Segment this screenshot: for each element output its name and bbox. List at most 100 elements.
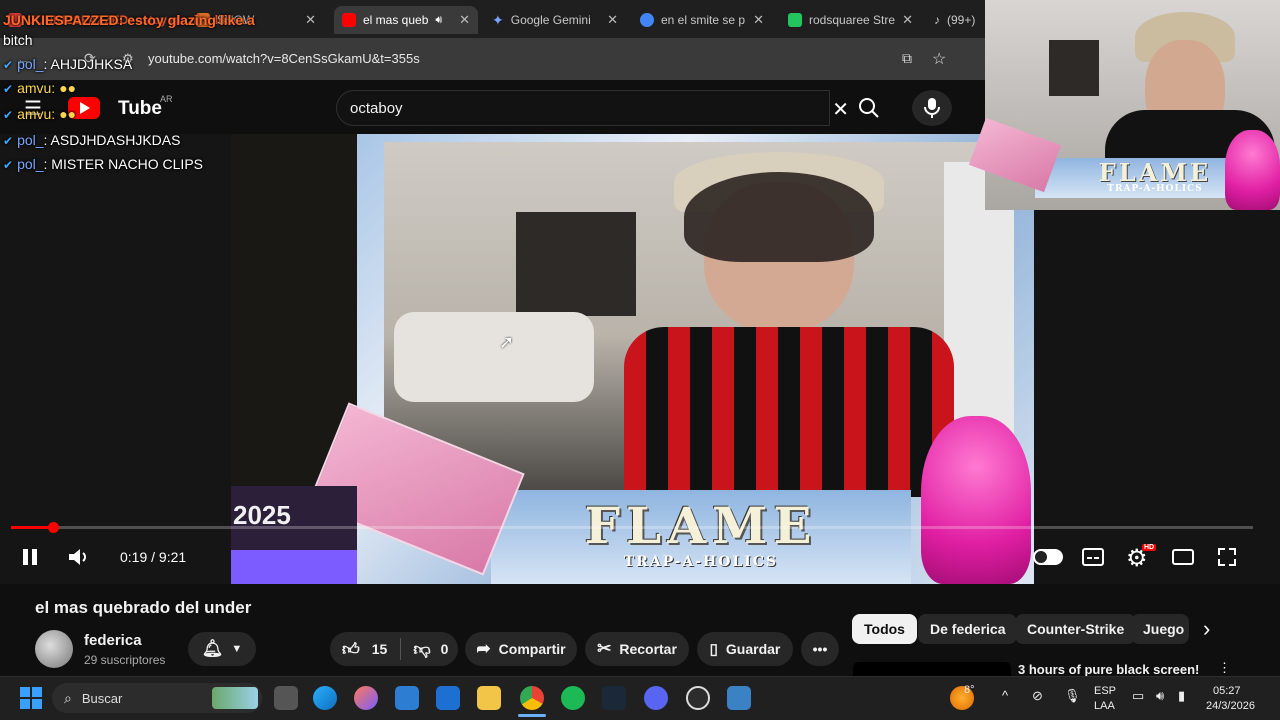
subscriber-count: 29 suscriptores xyxy=(84,653,166,667)
progress-bar[interactable] xyxy=(11,526,1253,529)
chrome-icon[interactable] xyxy=(520,686,544,710)
region-code: AR xyxy=(160,94,173,104)
more-icon: ••• xyxy=(812,641,828,657)
tab-3[interactable]: ✦ Google Gemini ✕ xyxy=(484,6,626,34)
input-language[interactable]: ESP xyxy=(1094,685,1116,698)
recommended-title[interactable]: 3 hours of pure black screen! xyxy=(1018,662,1199,677)
theater-icon xyxy=(1172,549,1194,565)
like-dislike-group: 👍︎ 15 👎︎ 0 xyxy=(330,632,458,666)
clock-time[interactable]: 05:27 xyxy=(1213,685,1241,698)
discord-icon[interactable] xyxy=(644,686,668,710)
chip-de-federica[interactable]: De federica xyxy=(918,614,1018,644)
kebab-menu-icon[interactable]: ⋮ xyxy=(1218,660,1231,676)
webcam-scene xyxy=(384,142,1014,497)
banner-subtitle: TRAP-A-HOLICS xyxy=(623,554,779,570)
share-button[interactable]: ➦ Compartir xyxy=(465,632,577,666)
weather-temp: 8° xyxy=(964,684,975,696)
store-icon[interactable] xyxy=(395,686,419,710)
outlook-icon[interactable] xyxy=(436,686,460,710)
spotify-icon[interactable] xyxy=(561,686,585,710)
steam-icon[interactable] xyxy=(602,686,626,710)
subtitles-button[interactable] xyxy=(1081,546,1105,574)
chat-line: ✔ amvu: ●● xyxy=(3,80,76,96)
edge-icon[interactable] xyxy=(313,686,337,710)
network-off-icon[interactable]: ⊘ xyxy=(1032,689,1043,702)
autoplay-knob xyxy=(1033,549,1049,565)
display-icon[interactable]: ▭ xyxy=(1132,689,1144,702)
more-actions-button[interactable]: ••• xyxy=(801,632,839,666)
youtube-logo-text: Tube xyxy=(118,98,162,119)
video-player[interactable]: FLAME TRAP-A-HOLICS 2025 ➚ xyxy=(231,134,1034,584)
search-value: octaboy xyxy=(350,100,403,117)
purple-strip xyxy=(231,550,357,584)
file-explorer-icon[interactable] xyxy=(477,686,501,710)
hair xyxy=(684,172,874,262)
chip-juego[interactable]: Juego xyxy=(1131,614,1189,644)
recommended-thumbnail[interactable] xyxy=(853,662,1011,676)
chip-todos[interactable]: Todos xyxy=(852,614,917,644)
keyboard-layout[interactable]: LAA xyxy=(1094,700,1115,713)
google-icon xyxy=(640,13,654,27)
copilot-icon[interactable] xyxy=(354,686,378,710)
start-icon-pane xyxy=(20,687,30,697)
url-field[interactable]: youtube.com/watch?v=8CenSsGkamU&t=355s xyxy=(148,51,420,66)
search-input[interactable]: octaboy ✕ xyxy=(336,90,849,126)
tab-6[interactable]: ♪ (99+) xyxy=(926,6,986,34)
task-view-icon[interactable] xyxy=(274,686,298,710)
chat-message: : MISTER NACHO CLIPS xyxy=(43,156,203,172)
close-icon[interactable]: ✕ xyxy=(607,12,618,28)
chat-name: pol_ xyxy=(17,56,44,72)
volume-button[interactable] xyxy=(66,545,92,575)
like-icon[interactable]: 👍︎ xyxy=(342,639,360,660)
autoplay-toggle[interactable] xyxy=(1033,549,1063,565)
close-icon[interactable]: ✕ xyxy=(902,12,913,28)
obs-icon[interactable] xyxy=(686,686,710,710)
calculator-icon[interactable] xyxy=(727,686,751,710)
pause-button[interactable] xyxy=(18,545,42,575)
chip-counter-strike[interactable]: Counter-Strike xyxy=(1015,614,1137,644)
speaker-icon[interactable]: 🔊︎ xyxy=(435,14,442,27)
start-icon-pane xyxy=(20,699,30,709)
wall-poster xyxy=(516,212,636,316)
close-icon[interactable]: ✕ xyxy=(753,12,764,28)
tab-5[interactable]: rodsquaree Stre ✕ xyxy=(780,6,920,34)
close-icon[interactable]: ✕ xyxy=(305,12,316,28)
bookmark-star-icon[interactable]: ☆ xyxy=(932,49,946,69)
chevron-down-icon: ▼ xyxy=(231,643,243,655)
divider xyxy=(400,638,402,660)
search-icon: ⌕ xyxy=(64,689,72,706)
voice-search-button[interactable] xyxy=(912,90,952,126)
close-icon[interactable]: ✕ xyxy=(459,12,470,28)
like-count[interactable]: 15 xyxy=(372,641,388,657)
speaker-icon[interactable]: 🔊︎ xyxy=(1156,689,1164,702)
channel-avatar[interactable] xyxy=(35,630,73,668)
channel-name[interactable]: federica xyxy=(84,632,142,649)
theater-mode-button[interactable] xyxy=(1171,547,1195,573)
fullscreen-icon xyxy=(1218,548,1236,566)
chevron-up-icon[interactable]: ^ xyxy=(1002,689,1008,702)
install-app-icon[interactable]: ⧉ xyxy=(902,50,912,67)
start-button[interactable] xyxy=(20,687,42,709)
search-button[interactable] xyxy=(844,90,894,126)
kick-icon xyxy=(788,13,802,27)
share-icon: ➦ xyxy=(476,639,491,658)
tiktok-icon: ♪ xyxy=(934,13,940,27)
dislike-icon[interactable]: 👎︎ xyxy=(413,639,430,660)
pink-buddha xyxy=(921,416,1031,584)
clock-date[interactable]: 24/3/2026 xyxy=(1206,700,1255,713)
tab-2[interactable]: el mas queb 🔊︎ ✕ xyxy=(334,6,478,34)
notification-bell-button[interactable]: 🔔︎ ▼ xyxy=(188,632,256,666)
chat-name: pol_ xyxy=(17,132,44,148)
dislike-count[interactable]: 0 xyxy=(441,641,449,657)
settings-button[interactable]: ⚙ HD xyxy=(1126,544,1157,573)
mic-tray-icon[interactable]: 🎙︎ xyxy=(1064,689,1081,702)
chevron-right-icon[interactable]: › xyxy=(1203,616,1210,642)
youtube-favicon-icon xyxy=(342,13,356,27)
battery-icon[interactable]: ▮ xyxy=(1178,689,1185,702)
fullscreen-button[interactable] xyxy=(1216,546,1238,574)
bell-icon: 🔔︎ xyxy=(201,639,224,658)
tab-4[interactable]: en el smite se p ✕ xyxy=(632,6,772,34)
save-button[interactable]: ▯ Guardar xyxy=(697,632,793,666)
clip-button[interactable]: ✂ Recortar xyxy=(585,632,689,666)
taskbar-search[interactable]: ⌕ Buscar xyxy=(52,683,262,713)
